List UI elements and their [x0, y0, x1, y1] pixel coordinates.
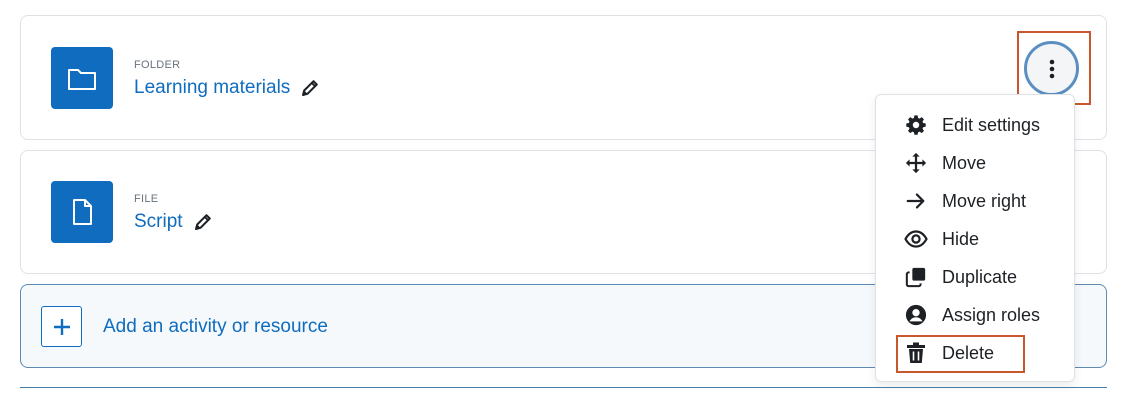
eye-icon [904, 227, 928, 251]
user-circle-icon [904, 303, 928, 327]
menu-item-assign-roles[interactable]: Assign roles [876, 297, 1074, 333]
menu-item-label: Duplicate [942, 266, 1018, 287]
plus-icon [41, 306, 82, 347]
menu-item-move-right[interactable]: Move right [876, 183, 1074, 219]
menu-item-label: Hide [942, 228, 980, 249]
edit-name-pencil-icon[interactable] [193, 212, 213, 232]
folder-icon [51, 47, 113, 109]
menu-item-label: Delete [942, 342, 995, 363]
menu-item-delete[interactable]: Delete [876, 335, 1074, 371]
resource-type-label: FOLDER [134, 59, 181, 71]
move-arrows-icon [904, 151, 928, 175]
section-divider [20, 387, 1107, 388]
resource-type-label: FILE [134, 193, 159, 205]
menu-item-move[interactable]: Move [876, 145, 1074, 181]
menu-item-label: Move [942, 152, 987, 173]
duplicate-icon [904, 265, 928, 289]
menu-item-label: Move right [942, 190, 1027, 211]
more-actions-kebab-button[interactable] [1024, 41, 1079, 96]
kebab-icon [1049, 59, 1054, 78]
gear-icon [904, 113, 928, 137]
action-menu: Edit settings Move Move right Hide Dupli… [875, 94, 1075, 382]
menu-item-hide[interactable]: Hide [876, 221, 1074, 257]
trash-icon [904, 341, 928, 365]
menu-item-label: Assign roles [942, 304, 1041, 325]
menu-item-label: Edit settings [942, 114, 1041, 135]
arrow-right-icon [904, 189, 928, 213]
resource-link-learning-materials[interactable]: Learning materials [134, 77, 290, 99]
add-activity-label: Add an activity or resource [103, 316, 328, 337]
file-icon [51, 181, 113, 243]
menu-item-edit-settings[interactable]: Edit settings [876, 107, 1074, 143]
menu-item-duplicate[interactable]: Duplicate [876, 259, 1074, 295]
resource-link-script[interactable]: Script [134, 211, 183, 233]
edit-name-pencil-icon[interactable] [300, 78, 320, 98]
